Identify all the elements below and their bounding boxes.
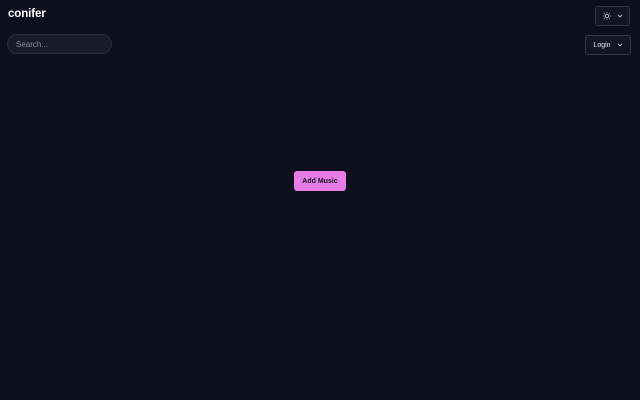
login-button[interactable]: Login: [585, 35, 631, 55]
sun-icon: [602, 12, 611, 20]
theme-toggle-button[interactable]: [595, 6, 630, 26]
app-root: conifer L: [0, 0, 640, 400]
search-input[interactable]: [7, 34, 112, 54]
chevron-down-icon: [617, 13, 623, 19]
add-music-button[interactable]: Add Music: [294, 171, 346, 191]
app-logo[interactable]: conifer: [8, 8, 46, 20]
chevron-down-icon: [617, 42, 623, 48]
login-label: Login: [593, 41, 611, 49]
